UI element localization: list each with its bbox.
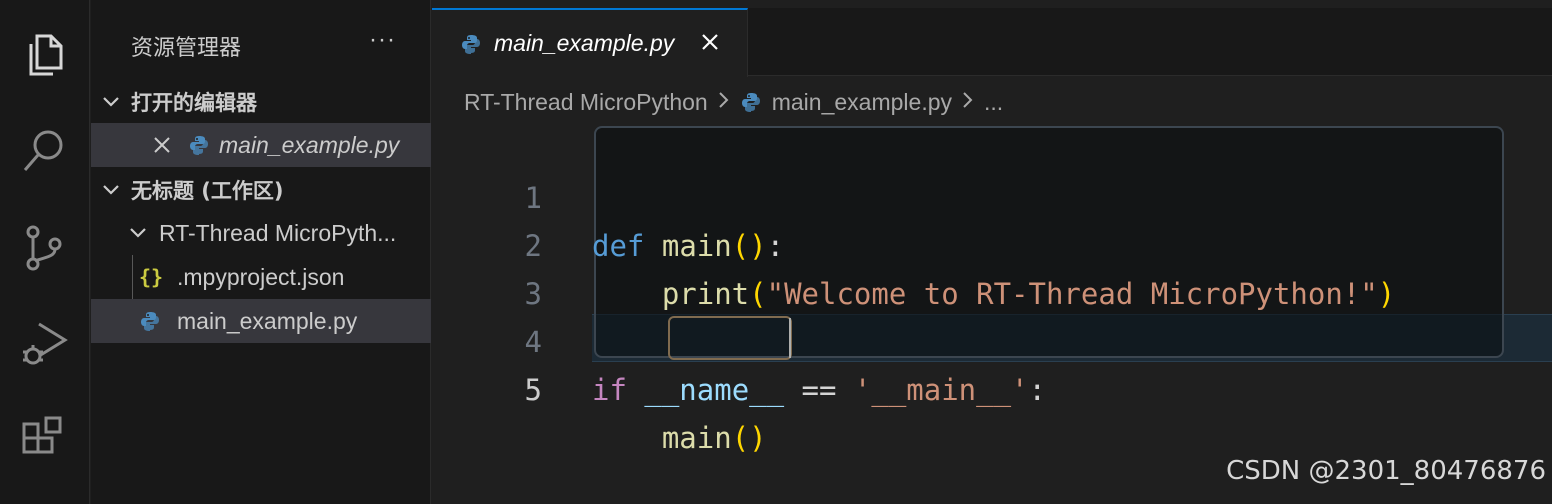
chevron-down-icon (91, 96, 131, 108)
folder-item[interactable]: RT-Thread MicroPyth... (91, 211, 431, 255)
tab-bar: main_example.py (432, 8, 1552, 77)
breadcrumb-folder[interactable]: RT-Thread MicroPython (464, 89, 708, 116)
json-file-icon: {} (139, 265, 164, 289)
line-number: 5 (524, 373, 542, 407)
chevron-down-icon (91, 184, 131, 196)
file-item-main-example[interactable]: main_example.py (91, 299, 431, 343)
folder-label: RT-Thread MicroPyth... (159, 219, 397, 246)
editor-area: main_example.py RT-Thread MicroPython ma… (432, 0, 1552, 504)
open-editor-item[interactable]: main_example.py (91, 123, 431, 167)
breadcrumb: RT-Thread MicroPython main_example.py ..… (464, 84, 1003, 120)
explorer-title: 资源管理器 (131, 36, 242, 61)
python-file-icon (460, 33, 482, 55)
code-line: 1 def main(): (432, 126, 1552, 263)
file-item-mpyproject[interactable]: {} .mpyproject.json (91, 255, 431, 299)
extensions-icon[interactable] (17, 412, 71, 466)
breadcrumb-symbol[interactable]: ... (984, 89, 1003, 116)
tab-main-example[interactable]: main_example.py (432, 8, 748, 77)
open-editor-filename: main_example.py (219, 131, 400, 158)
python-file-icon (740, 91, 762, 113)
code-line: 4 if __name__ == '__main__': (432, 270, 1552, 407)
open-editors-label: 打开的编辑器 (131, 91, 257, 115)
close-icon[interactable] (700, 28, 720, 59)
breadcrumb-file[interactable]: main_example.py (772, 89, 952, 116)
activity-bar (0, 0, 90, 504)
tab-label: main_example.py (494, 30, 675, 56)
open-editors-section[interactable]: 打开的编辑器 (91, 80, 431, 124)
run-debug-icon[interactable] (17, 316, 71, 370)
text-cursor (789, 318, 791, 358)
code-line: 2 print("Welcome to RT-Thread MicroPytho… (432, 174, 1552, 311)
python-file-icon (139, 310, 177, 332)
file-name: .mpyproject.json (177, 263, 345, 290)
search-icon[interactable] (17, 124, 71, 178)
code-line: 5 main() (432, 318, 1552, 455)
more-actions-button[interactable]: ··· (369, 26, 396, 54)
files-icon[interactable] (17, 28, 71, 82)
code-editor[interactable]: 1 def main(): 2 print("Welcome to RT-Thr… (432, 126, 1552, 455)
watermark: CSDN @2301_80476876 (1226, 456, 1546, 486)
chevron-right-icon (962, 89, 974, 115)
chevron-down-icon (123, 227, 153, 239)
source-control-icon[interactable] (17, 220, 71, 274)
workspace-section[interactable]: 无标题 (工作区) (91, 168, 431, 212)
code-line: 3 (432, 222, 1552, 311)
chevron-right-icon (718, 89, 730, 115)
file-name: main_example.py (177, 307, 358, 334)
close-icon[interactable] (145, 136, 179, 154)
explorer-sidebar: 资源管理器 ··· 打开的编辑器 main_example.py 无标题 (工作… (91, 0, 431, 504)
python-file-icon (179, 134, 219, 156)
workspace-label: 无标题 (工作区) (131, 179, 284, 203)
